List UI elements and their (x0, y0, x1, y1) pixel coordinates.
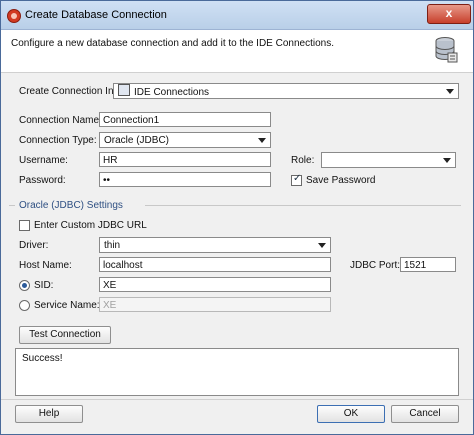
driver-label: Driver: (19, 240, 49, 251)
connection-name-label: Connection Name: (19, 115, 102, 126)
username-label: Username: (19, 155, 68, 166)
test-connection-button[interactable]: Test Connection (19, 326, 111, 344)
password-input[interactable]: •• (99, 172, 271, 187)
dialog-header: Configure a new database connection and … (1, 30, 473, 73)
username-input[interactable]: HR (99, 152, 271, 167)
connections-icon (118, 84, 130, 96)
service-name-label: Service Name: (34, 300, 100, 311)
host-name-input[interactable]: localhost (99, 257, 331, 272)
service-name-input[interactable]: XE (99, 297, 331, 312)
host-name-label: Host Name: (19, 260, 72, 271)
cancel-button[interactable]: Cancel (391, 405, 459, 423)
jdbc-port-input[interactable]: 1521 (400, 257, 456, 272)
connection-name-input[interactable]: Connection1 (99, 112, 271, 127)
dialog-window: Create Database Connection x Configure a… (0, 0, 474, 435)
database-icon (435, 37, 458, 63)
footer-divider (1, 399, 473, 400)
chevron-down-icon (258, 138, 266, 143)
service-name-radio[interactable] (19, 300, 30, 311)
status-text: Success! (22, 353, 63, 364)
sid-input[interactable]: XE (99, 277, 331, 292)
chevron-down-icon (318, 243, 326, 248)
window-title: Create Database Connection (25, 9, 167, 21)
driver-value: thin (104, 240, 121, 251)
settings-group-label: Oracle (JDBC) Settings (19, 200, 123, 211)
save-password-label: Save Password (306, 175, 376, 186)
create-in-select[interactable]: IDE Connections (113, 83, 459, 99)
save-password-checkbox[interactable] (291, 173, 302, 186)
group-divider-right (145, 205, 461, 206)
role-label: Role: (291, 155, 315, 166)
help-button[interactable]: Help (15, 405, 83, 423)
group-divider-left (9, 205, 15, 206)
header-description: Configure a new database connection and … (11, 38, 334, 49)
title-bar[interactable]: Create Database Connection x (1, 1, 473, 30)
chevron-down-icon (443, 158, 451, 163)
sid-label: SID: (34, 280, 54, 291)
role-select[interactable] (321, 152, 456, 168)
sid-radio[interactable] (19, 280, 30, 291)
driver-select[interactable]: thin (99, 237, 331, 253)
status-output: Success! (15, 348, 459, 396)
ok-button[interactable]: OK (317, 405, 385, 423)
jdbc-port-label: JDBC Port: (350, 260, 401, 271)
password-label: Password: (19, 175, 66, 186)
custom-jdbc-url-checkbox[interactable] (19, 220, 30, 231)
connection-type-select[interactable]: Oracle (JDBC) (99, 132, 271, 148)
close-button[interactable]: x (427, 4, 471, 24)
chevron-down-icon (446, 89, 454, 94)
connection-type-label: Connection Type: (19, 135, 97, 146)
create-in-value: IDE Connections (134, 87, 210, 98)
create-in-label: Create Connection In: (19, 86, 117, 97)
custom-jdbc-url-label: Enter Custom JDBC URL (34, 220, 147, 231)
connection-type-value: Oracle (JDBC) (104, 135, 170, 146)
oracle-logo-icon (7, 9, 21, 23)
